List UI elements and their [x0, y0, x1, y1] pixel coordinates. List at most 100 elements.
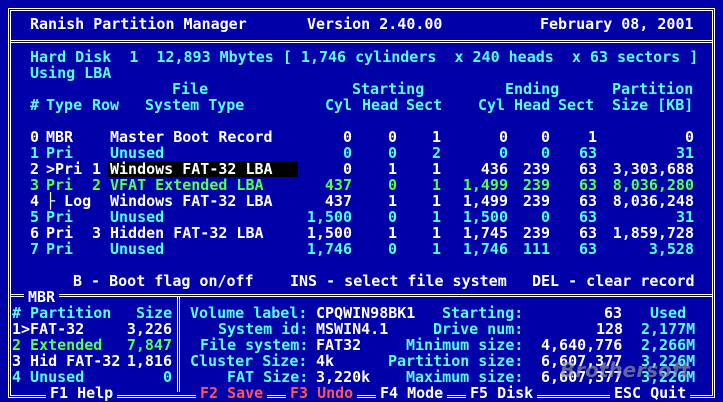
f2-save-key[interactable]: F2 Save: [196, 385, 268, 401]
cell-fs: Master Boot Record: [110, 128, 273, 146]
f5-disk-key[interactable]: F5 Disk: [466, 385, 538, 401]
col-size: Size [KB]: [612, 96, 694, 114]
cell-s-head: 1: [387, 192, 397, 210]
max-size-key: Maximum size:: [406, 368, 524, 386]
mbr-item-label[interactable]: 2 Extended: [12, 337, 102, 353]
file-system-key: File system:: [200, 336, 309, 354]
cell-e-head: 239: [522, 160, 550, 178]
cell-s-sect: 1: [431, 160, 441, 178]
cell-s-cyl: 1,500: [306, 208, 352, 226]
cell-s-sect: 1: [431, 224, 441, 242]
cell-e-sect: 63: [578, 224, 597, 242]
cell-fs: Windows FAT-32 LBA: [110, 160, 273, 178]
cell-s-sect: 1: [431, 208, 441, 226]
cell-e-cyl: 1,500: [462, 208, 508, 226]
cell-num: 2: [30, 160, 40, 178]
cell-e-head: 239: [522, 176, 550, 194]
esc-quit-key[interactable]: ESC Quit: [610, 385, 691, 401]
cell-row: 3: [92, 224, 102, 242]
col-end-head: Head: [514, 96, 551, 114]
cell-s-head: 0: [387, 240, 397, 258]
drive-num-value: 128: [596, 320, 624, 338]
col-start-cyl: Cyl: [325, 96, 353, 114]
cell-s-sect: 1: [431, 192, 441, 210]
cell-type: Pri: [46, 240, 74, 258]
cell-e-sect: 63: [578, 160, 597, 178]
f1-help-key[interactable]: F1 Help: [46, 385, 118, 401]
cell-size: 0: [684, 128, 694, 146]
hint-boot-flag: B - Boot flag on/off: [73, 272, 254, 290]
disk-mode: Using LBA: [30, 64, 112, 82]
system-id-value: MSWIN4.1: [316, 320, 389, 338]
cell-size: 3,303,688: [612, 160, 694, 178]
col-head-partition: Partition: [612, 80, 694, 98]
partition-manager-screen: Ranish Partition Manager Version 2.40.00…: [0, 0, 723, 402]
cell-s-cyl: 437: [324, 192, 352, 210]
cell-e-sect: 63: [578, 208, 597, 226]
used-label: Used: [650, 304, 687, 322]
cell-e-head: 111: [522, 240, 550, 258]
system-id-key: System id:: [218, 320, 309, 338]
cell-e-cyl: 1,499: [462, 192, 508, 210]
col-start-sect: Sect: [406, 96, 443, 114]
cell-s-sect: 2: [431, 144, 441, 162]
cell-e-cyl: 436: [480, 160, 508, 178]
cell-e-sect: 63: [578, 144, 597, 162]
cell-s-head: 1: [387, 224, 397, 242]
cell-num: 1: [30, 144, 40, 162]
cell-e-sect: 63: [578, 176, 597, 194]
cell-e-sect: 1: [587, 128, 597, 146]
mbr-item-label[interactable]: 1>FAT-32: [12, 321, 84, 337]
file-system-value: FAT32: [316, 336, 362, 354]
drive-num-key: Drive num:: [433, 320, 524, 338]
cell-e-head: 0: [540, 208, 550, 226]
cell-s-cyl: 437: [324, 176, 352, 194]
cell-e-cyl: 1,746: [462, 240, 508, 258]
cell-type: Pri: [46, 224, 74, 242]
min-size-value: 4,640,776: [541, 336, 623, 354]
mbr-item-label[interactable]: 3 Hid FAT-32: [12, 353, 120, 369]
cell-num: 4: [30, 192, 40, 210]
mbr-item-size: 7,847: [126, 336, 172, 354]
f4-mode-key[interactable]: F4 Mode: [376, 385, 448, 401]
partition-size-key: Partition size:: [388, 352, 524, 370]
cell-type: Pri: [46, 144, 74, 162]
mbr-item-label[interactable]: 4 Unused: [12, 369, 84, 385]
brothersoft-watermark: Brothersoft: [560, 358, 690, 382]
cell-fs: VFAT Extended LBA: [110, 176, 264, 194]
cell-s-cyl: 0: [342, 144, 352, 162]
volume-label-value[interactable]: CPQWIN98BK1: [316, 305, 415, 321]
cell-e-head: 0: [540, 128, 550, 146]
mbr-item-size: 1,816: [126, 352, 172, 370]
cell-type: MBR: [46, 128, 74, 146]
cell-s-sect: 1: [431, 176, 441, 194]
cell-size: 8,036,280: [612, 176, 694, 194]
fat-size-key: FAT Size:: [227, 368, 309, 386]
cell-num: 7: [30, 240, 40, 258]
starting-key: Starting:: [442, 304, 524, 322]
f3-undo-key[interactable]: F3 Undo: [286, 385, 358, 401]
cell-type: ├ Log: [46, 192, 92, 210]
hint-del-clear: DEL - clear record: [532, 272, 695, 290]
cluster-size-value: 4k: [316, 352, 335, 370]
cell-type: >Pri: [46, 160, 83, 178]
col-start-head: Head: [362, 96, 399, 114]
cell-fs: Windows FAT-32 LBA: [110, 192, 273, 210]
volume-label-key: Volume label:: [190, 304, 308, 322]
min-size-key: Minimum size:: [406, 336, 524, 354]
hint-ins-select: INS - select file system: [290, 272, 507, 290]
cell-size: 8,036,248: [612, 192, 694, 210]
used-drive: 2,177M: [641, 320, 696, 338]
mbr-item-size: 0: [162, 368, 172, 386]
header-divider: [11, 40, 712, 43]
mbr-head-size: Size: [136, 304, 173, 322]
cell-fs: Unused: [110, 240, 165, 258]
cell-s-cyl: 0: [342, 160, 352, 178]
mbr-head-partition: # Partition: [12, 304, 112, 322]
cell-fs: Hidden FAT-32 LBA: [110, 224, 264, 242]
app-title: Ranish Partition Manager: [30, 15, 247, 33]
col-type: Type: [46, 96, 83, 114]
col-head-file: File: [172, 80, 209, 98]
cell-num: 6: [30, 224, 40, 242]
cell-size: 31: [675, 208, 694, 226]
